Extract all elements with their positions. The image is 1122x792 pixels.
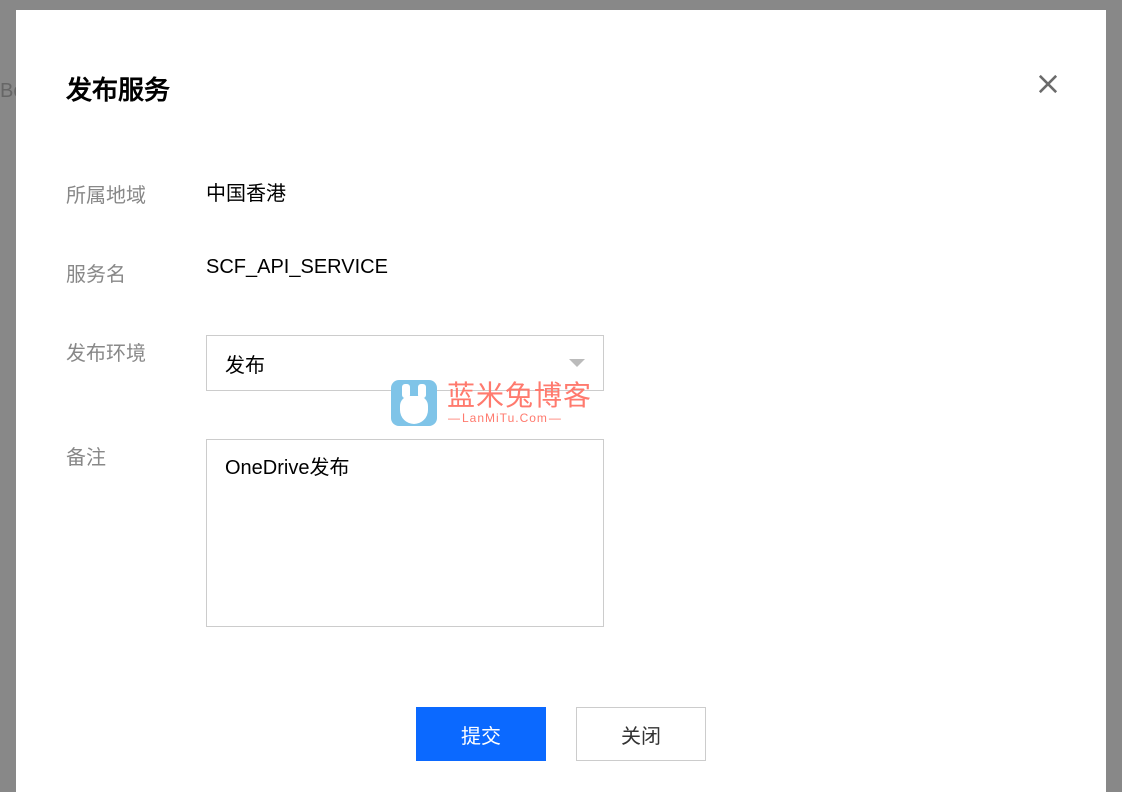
modal-header: 发布服务 xyxy=(66,70,1056,107)
row-region: 所属地域 中国香港 xyxy=(66,177,1056,208)
publish-service-modal: 发布服务 所属地域 中国香港 服务名 SCF_API_SERVICE 发布环境 … xyxy=(16,10,1106,792)
row-note: 备注 xyxy=(66,439,1056,627)
note-textarea-wrap[interactable] xyxy=(206,439,604,627)
submit-button[interactable]: 提交 xyxy=(416,707,546,761)
environment-select-value: 发布 xyxy=(225,349,569,378)
service-name-label: 服务名 xyxy=(66,256,206,287)
chevron-down-icon xyxy=(569,359,585,367)
region-value: 中国香港 xyxy=(206,177,286,206)
region-label: 所属地域 xyxy=(66,177,206,208)
environment-label: 发布环境 xyxy=(66,335,206,366)
modal-footer: 提交 关闭 xyxy=(66,707,1056,761)
row-environment: 发布环境 发布 xyxy=(66,335,1056,391)
note-label: 备注 xyxy=(66,439,206,470)
service-name-value: SCF_API_SERVICE xyxy=(206,256,388,279)
close-button[interactable]: 关闭 xyxy=(576,707,706,761)
modal-title: 发布服务 xyxy=(66,70,1056,107)
environment-select[interactable]: 发布 xyxy=(206,335,604,391)
close-icon[interactable] xyxy=(1030,66,1066,102)
watermark-en: LanMiTu.Com xyxy=(447,412,592,424)
row-service-name: 服务名 SCF_API_SERVICE xyxy=(66,256,1056,287)
note-textarea[interactable] xyxy=(225,454,585,612)
